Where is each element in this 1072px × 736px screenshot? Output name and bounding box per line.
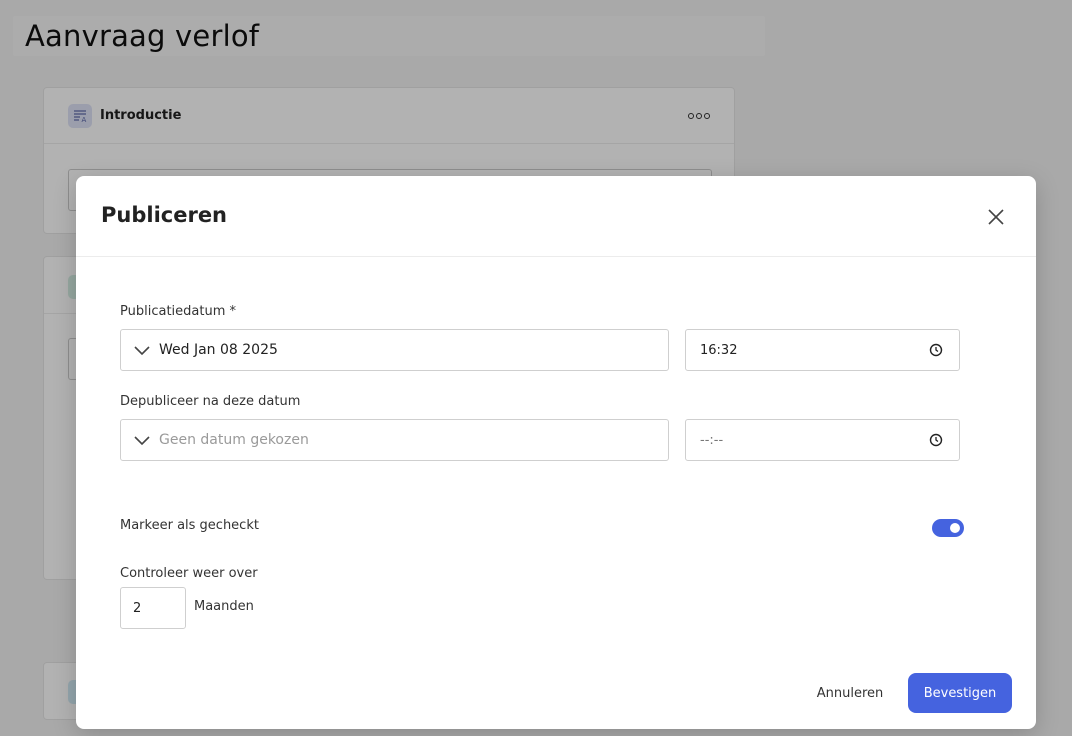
- close-icon: [988, 209, 1004, 225]
- unpublish-date-placeholder: Geen datum gekozen: [159, 432, 309, 448]
- publish-date-picker[interactable]: Wed Jan 08 2025: [120, 329, 669, 371]
- unpublish-date-label: Depubliceer na deze datum: [120, 394, 301, 409]
- clock-icon: [929, 343, 943, 357]
- unpublish-date-picker[interactable]: Geen datum gekozen: [120, 419, 669, 461]
- unpublish-time-placeholder: --:--: [700, 432, 724, 448]
- mark-checked-toggle[interactable]: [932, 519, 964, 537]
- chevron-down-icon: [134, 436, 150, 446]
- clock-icon: [929, 433, 943, 447]
- dialog-title: Publiceren: [101, 203, 228, 227]
- publish-time-input[interactable]: 16:32: [685, 329, 960, 371]
- cancel-button[interactable]: Annuleren: [808, 673, 892, 713]
- publish-date-label: Publicatiedatum *: [120, 304, 236, 319]
- recheck-number-input[interactable]: 2: [120, 587, 186, 629]
- publish-dialog: Publiceren Publicatiedatum * Wed Jan 08 …: [76, 176, 1036, 729]
- chevron-down-icon: [134, 346, 150, 356]
- recheck-unit-label: Maanden: [194, 599, 254, 614]
- recheck-label: Controleer weer over: [120, 566, 258, 581]
- dialog-header: Publiceren: [76, 176, 1036, 257]
- mark-checked-label: Markeer als gecheckt: [120, 518, 259, 533]
- publish-time-value: 16:32: [700, 342, 738, 358]
- publish-date-value: Wed Jan 08 2025: [159, 342, 278, 358]
- confirm-button[interactable]: Bevestigen: [908, 673, 1012, 713]
- toggle-knob: [950, 523, 960, 533]
- close-button[interactable]: [982, 203, 1010, 231]
- unpublish-time-input[interactable]: --:--: [685, 419, 960, 461]
